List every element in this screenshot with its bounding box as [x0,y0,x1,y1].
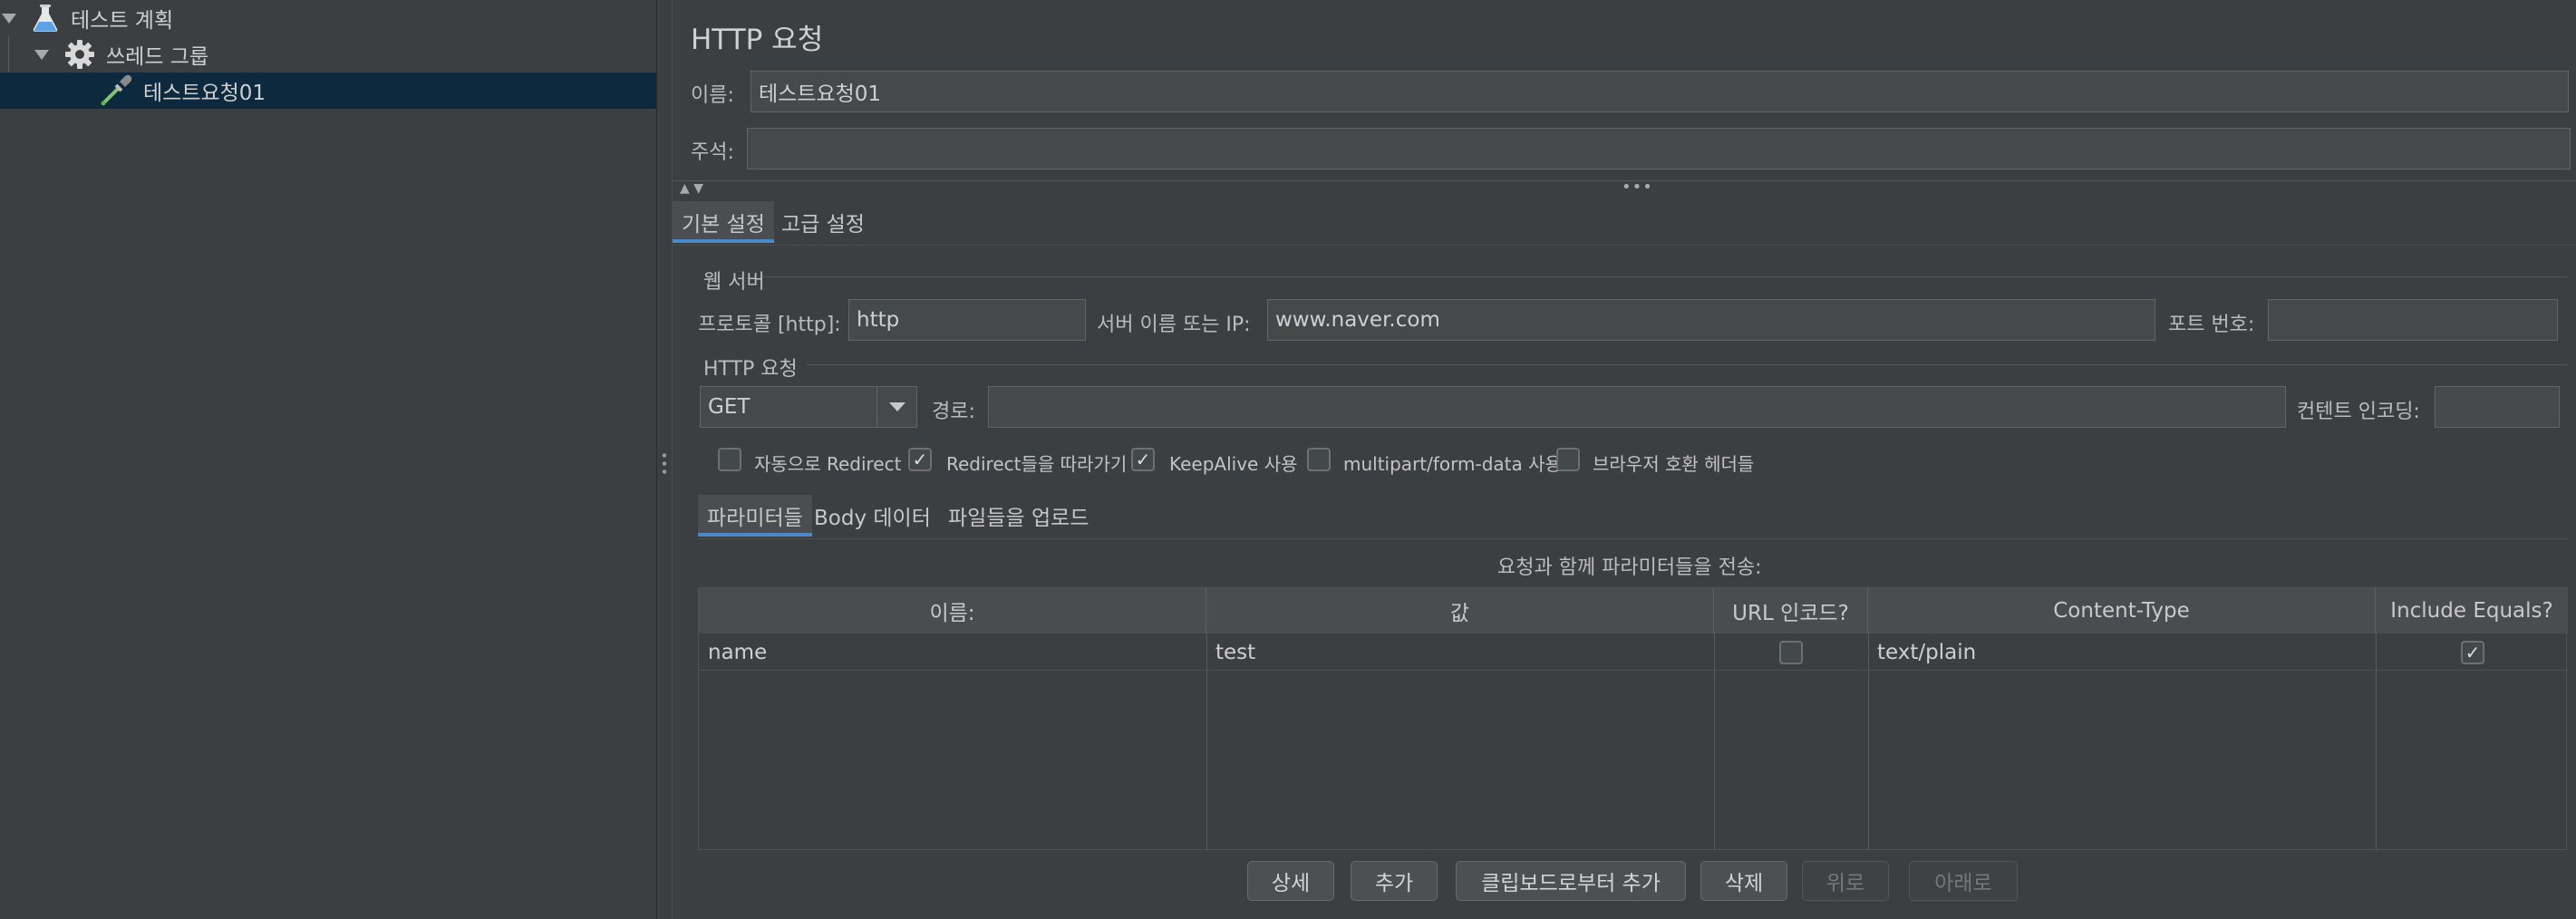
tab-divider [698,538,2567,539]
column-header-value[interactable]: 값 [1206,588,1714,634]
tab-body-data[interactable]: Body 데이터 [805,495,940,537]
multipart-label: multipart/form-data 사용 [1343,453,1562,475]
tab-parameters[interactable]: 파라미터들 [698,495,812,537]
path-label: 경로: [932,401,975,423]
pipette-icon [100,74,132,107]
detail-button[interactable]: 상세 [1247,861,1334,901]
delete-button[interactable]: 삭제 [1700,861,1787,901]
path-input[interactable] [988,386,2286,428]
tree-item-label: 쓰레드 그룹 [106,45,209,69]
tab-divider [673,245,2576,246]
http-request-panel: HTTP 요청 이름: 테스트요청01 주석: ▲ ▼ ••• 기본 설정 고급… [673,0,2576,919]
comment-label: 주석: [691,141,734,164]
flask-icon [29,2,62,34]
web-server-section-title: 웹 서버 [703,271,765,294]
expand-collapse-arrows-icon[interactable]: ▲ ▼ [680,181,703,196]
column-divider [2376,634,2377,849]
column-header-content-type[interactable]: Content-Type [1868,588,2376,634]
params-caption: 요청과 함께 파라미터들을 전송: [1497,556,1762,579]
auto-redirect-checkbox[interactable] [718,448,741,471]
tree-item-label: 테스트 계획 [71,9,174,33]
column-divider [1714,634,1715,849]
url-encode-checkbox[interactable] [1779,641,1803,664]
chevron-down-icon[interactable] [876,387,916,427]
keepalive-label: KeepAlive 사용 [1169,453,1298,475]
page-title: HTTP 요청 [691,24,824,56]
param-value-cell[interactable]: test [1206,635,1714,670]
browser-headers-label: 브라우저 호환 헤더들 [1593,453,1755,475]
move-up-button[interactable]: 위로 [1802,861,1889,901]
tree-item-label: 테스트요청01 [143,82,266,105]
section-line [763,276,2567,277]
parameters-table: 이름: 값 URL 인코드? Content-Type Include Equa… [698,587,2568,850]
tree-item-test-plan[interactable]: 테스트 계획 [0,0,656,36]
add-from-clipboard-button[interactable]: 클립보드로부터 추가 [1456,861,1686,901]
follow-redirects-checkbox[interactable]: ✓ [908,448,932,471]
param-content-type-cell[interactable]: text/plain [1868,635,2376,670]
server-label: 서버 이름 또는 IP: [1097,314,1251,336]
add-button[interactable]: 추가 [1351,861,1438,901]
row-divider [699,670,2568,671]
tree-item-test-request[interactable]: 테스트요청01 [0,73,656,109]
section-line [807,364,2567,365]
split-pane-divider[interactable] [656,0,673,919]
encoding-input[interactable] [2435,386,2560,428]
comment-input[interactable] [747,128,2571,169]
collapse-arrow-icon[interactable] [34,50,49,60]
move-down-button[interactable]: 아래로 [1909,861,2018,901]
name-input[interactable]: 테스트요청01 [751,71,2569,112]
protocol-input[interactable]: http [848,299,1086,341]
encoding-label: 컨텐트 인코딩: [2297,401,2420,423]
gear-icon [63,38,96,71]
auto-redirect-label: 자동으로 Redirect [754,453,902,475]
drag-handle-icon[interactable] [662,451,667,477]
tree-item-thread-group[interactable]: 쓰레드 그룹 [0,36,656,73]
collapse-arrow-icon[interactable] [2,14,16,24]
test-plan-tree: 테스트 계획 쓰레드 그룹 테스트요청01 [0,0,656,919]
param-name-cell[interactable]: name [699,635,1206,670]
http-request-section-title: HTTP 요청 [703,358,798,381]
tab-basic-settings[interactable]: 기본 설정 [673,201,774,243]
split-handle-icon[interactable]: ••• [1622,178,1653,197]
column-header-name[interactable]: 이름: [699,588,1206,634]
include-equals-checkbox[interactable]: ✓ [2461,641,2484,664]
port-input[interactable] [2268,299,2558,341]
method-value: GET [708,395,751,419]
protocol-label: 프로토콜 [http]: [698,314,841,336]
port-label: 포트 번호: [2168,314,2255,336]
column-header-url-encode[interactable]: URL 인코드? [1714,588,1868,634]
name-label: 이름: [691,84,734,107]
multipart-checkbox[interactable] [1307,448,1331,471]
tab-advanced-settings[interactable]: 고급 설정 [772,201,874,243]
browser-headers-checkbox[interactable] [1556,448,1580,471]
keepalive-checkbox[interactable]: ✓ [1131,448,1155,471]
tab-file-upload[interactable]: 파일들을 업로드 [939,495,1098,537]
column-header-include-equals[interactable]: Include Equals? [2376,588,2568,634]
method-select[interactable]: GET [700,386,917,428]
server-input[interactable]: www.naver.com [1267,299,2155,341]
follow-redirects-label: Redirect들을 따라가기 [946,453,1128,475]
